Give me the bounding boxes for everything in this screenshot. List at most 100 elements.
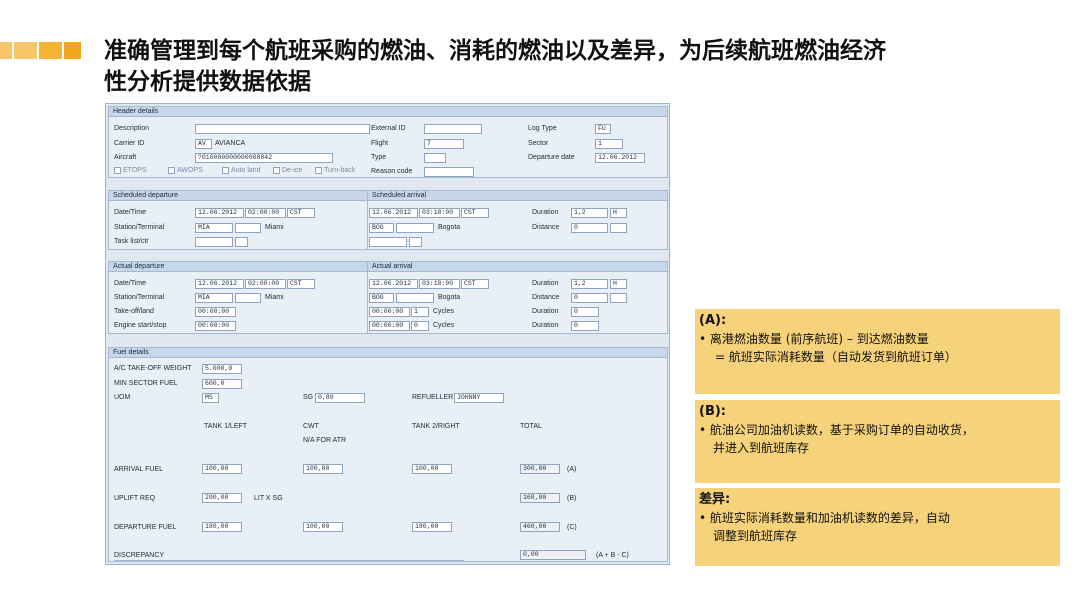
sched-arr-city: Bogota — [438, 224, 461, 231]
sg-label: SG — [303, 394, 314, 401]
departure-tank1-field[interactable]: 180,00 — [202, 522, 242, 532]
engine-start-field[interactable]: 00:00:00 — [195, 321, 236, 331]
act-arr-station-field[interactable]: BOG — [369, 293, 394, 303]
auto-land-checkbox[interactable] — [222, 167, 229, 174]
act-arr-terminal-field[interactable] — [396, 293, 434, 303]
uplift-tag: (B) — [567, 495, 577, 502]
arrival-tag: (A) — [567, 466, 577, 473]
arrival-tank1-field[interactable]: 100,00 — [202, 464, 242, 474]
task-list-field[interactable] — [195, 237, 233, 247]
sched-distance-unit-field[interactable] — [610, 223, 627, 233]
takeoff-weight-field[interactable]: 5.000,0 — [202, 364, 242, 374]
uplift-field[interactable]: 200,00 — [202, 493, 242, 503]
sched-arr-date-field[interactable]: 12.06.2012 — [369, 208, 418, 218]
departure-date-field[interactable]: 12.06.2012 — [595, 153, 645, 163]
reason-code-field[interactable] — [424, 167, 474, 177]
uom-label: UOM — [114, 394, 131, 401]
discrepancy-formula: (A + B - C) — [596, 552, 629, 559]
sector-field[interactable]: 1 — [595, 139, 623, 149]
act-duration3-field[interactable]: 0 — [571, 321, 599, 331]
act-duration-field[interactable]: 1,2 — [571, 279, 608, 289]
sched-arr-extra-field[interactable] — [369, 237, 407, 247]
external-id-label: External ID — [371, 125, 406, 132]
sched-dep-station-field[interactable]: MIA — [195, 223, 233, 233]
sector-label: Sector — [528, 140, 549, 147]
accent-bar — [14, 42, 37, 59]
description-field[interactable] — [195, 124, 370, 134]
act-duration2-field[interactable]: 0 — [571, 307, 599, 317]
turn-back-checkbox[interactable] — [315, 167, 322, 174]
datetime-label: Date/Time — [114, 209, 147, 216]
distance-label: Distance — [532, 224, 560, 231]
engine-cycles-field[interactable]: 0 — [411, 321, 429, 331]
refueller-field[interactable]: JOHNNY — [454, 393, 504, 403]
de-ice-checkbox[interactable] — [273, 167, 280, 174]
sched-distance-field[interactable]: 0 — [571, 223, 608, 233]
actual-arrival-section: Actual arrival 12.06.2012 03:10:00 CST B… — [367, 261, 668, 334]
act-arr-time-field[interactable]: 03:10:00 — [419, 279, 460, 289]
note-b-line1: • 航油公司加油机读数，基于采购订单的自动收货， — [699, 423, 974, 437]
act-duration-unit-field[interactable]: H — [610, 279, 627, 289]
section-header: Actual arrival — [368, 262, 667, 272]
awops-label: AWOPS — [177, 167, 203, 174]
act-arr-tz-field[interactable]: CST — [461, 279, 489, 289]
act-dep-terminal-field[interactable] — [235, 293, 261, 303]
note-c-title: 差异: — [699, 492, 731, 507]
sched-arr-time-field[interactable]: 03:10:00 — [419, 208, 460, 218]
type-label: Type — [371, 154, 387, 161]
takeoff-field[interactable]: 00:00:00 — [195, 307, 236, 317]
sched-dep-date-field[interactable]: 12.06.2012 — [195, 208, 244, 218]
land-time-field[interactable]: 00:00:00 — [369, 307, 410, 317]
sched-arr-station-field[interactable]: BOG — [369, 223, 394, 233]
sched-duration-field[interactable]: 1,2 — [571, 208, 608, 218]
sched-arr-extra-field-2[interactable] — [409, 237, 422, 247]
arrival-cwt-field[interactable]: 100,00 — [303, 464, 343, 474]
departure-cwt-field[interactable]: 100,00 — [303, 522, 343, 532]
external-id-field[interactable] — [424, 124, 482, 134]
act-dep-station-field[interactable]: MIA — [195, 293, 233, 303]
col-cwt-header: CWT — [303, 423, 319, 430]
note-c-line1: • 航班实际消耗数量和加油机读数的差异，自动 — [699, 511, 950, 525]
flight-field[interactable]: 7 — [424, 139, 464, 149]
etops-checkbox[interactable] — [114, 167, 121, 174]
sched-arr-terminal-field[interactable] — [396, 223, 434, 233]
aircraft-field[interactable]: ?010000000000008842 — [195, 153, 333, 163]
task-ctr-field[interactable] — [235, 237, 248, 247]
arrival-tank2-field[interactable]: 100,00 — [412, 464, 452, 474]
land-cycles-field[interactable]: 1 — [411, 307, 429, 317]
uom-field[interactable]: MS — [202, 393, 219, 403]
engine-stop-field[interactable]: 00:00:00 — [369, 321, 410, 331]
act-dep-date-field[interactable]: 12.06.2012 — [195, 279, 244, 289]
scheduled-arrival-section: Scheduled arrival 12.06.2012 03:10:00 CS… — [367, 190, 668, 250]
awops-checkbox[interactable] — [168, 167, 175, 174]
sched-duration-unit-field[interactable]: H — [610, 208, 627, 218]
station-label: Station/Terminal — [114, 224, 165, 231]
act-arr-date-field[interactable]: 12.06.2012 — [369, 279, 418, 289]
section-header: Actual departure — [109, 262, 367, 272]
sched-dep-terminal-field[interactable] — [235, 223, 261, 233]
carrier-name: AVIANCA — [215, 140, 246, 147]
act-distance-field[interactable]: 0 — [571, 293, 608, 303]
act-dep-tz-field[interactable]: CST — [287, 279, 315, 289]
sched-dep-time-field[interactable]: 02:00:00 — [245, 208, 286, 218]
sched-dep-tz-field[interactable]: CST — [287, 208, 315, 218]
act-dep-time-field[interactable]: 02:00:00 — [245, 279, 286, 289]
act-arr-city: Bogota — [438, 294, 461, 301]
departure-tank2-field[interactable]: 180,00 — [412, 522, 452, 532]
min-sector-field[interactable]: 600,0 — [202, 379, 242, 389]
carrier-code-field[interactable]: AV — [195, 139, 212, 149]
engine-label: Engine start/stop — [114, 322, 167, 329]
aircraft-label: Aircraft — [114, 154, 137, 161]
sched-arr-tz-field[interactable]: CST — [461, 208, 489, 218]
note-a-line1: • 离港燃油数量 (前序航班) – 到达燃油数量 — [699, 332, 929, 346]
task-list-label: Task list/ctr — [114, 238, 149, 245]
takeoff-weight-label: A/C TAKE-OFF WEIGHT — [114, 365, 192, 372]
col-cwt-note: N/A FOR ATR — [303, 437, 347, 444]
type-field[interactable] — [424, 153, 446, 163]
act-distance-unit-field[interactable] — [610, 293, 627, 303]
log-type-field[interactable]: FU — [595, 124, 611, 134]
sg-field[interactable]: 0,80 — [315, 393, 365, 403]
sched-dep-city: Miami — [265, 224, 284, 231]
duration-label: Duration — [532, 322, 559, 329]
note-c: 差异: • 航班实际消耗数量和加油机读数的差异，自动 调整到航班库存 — [695, 488, 1060, 566]
